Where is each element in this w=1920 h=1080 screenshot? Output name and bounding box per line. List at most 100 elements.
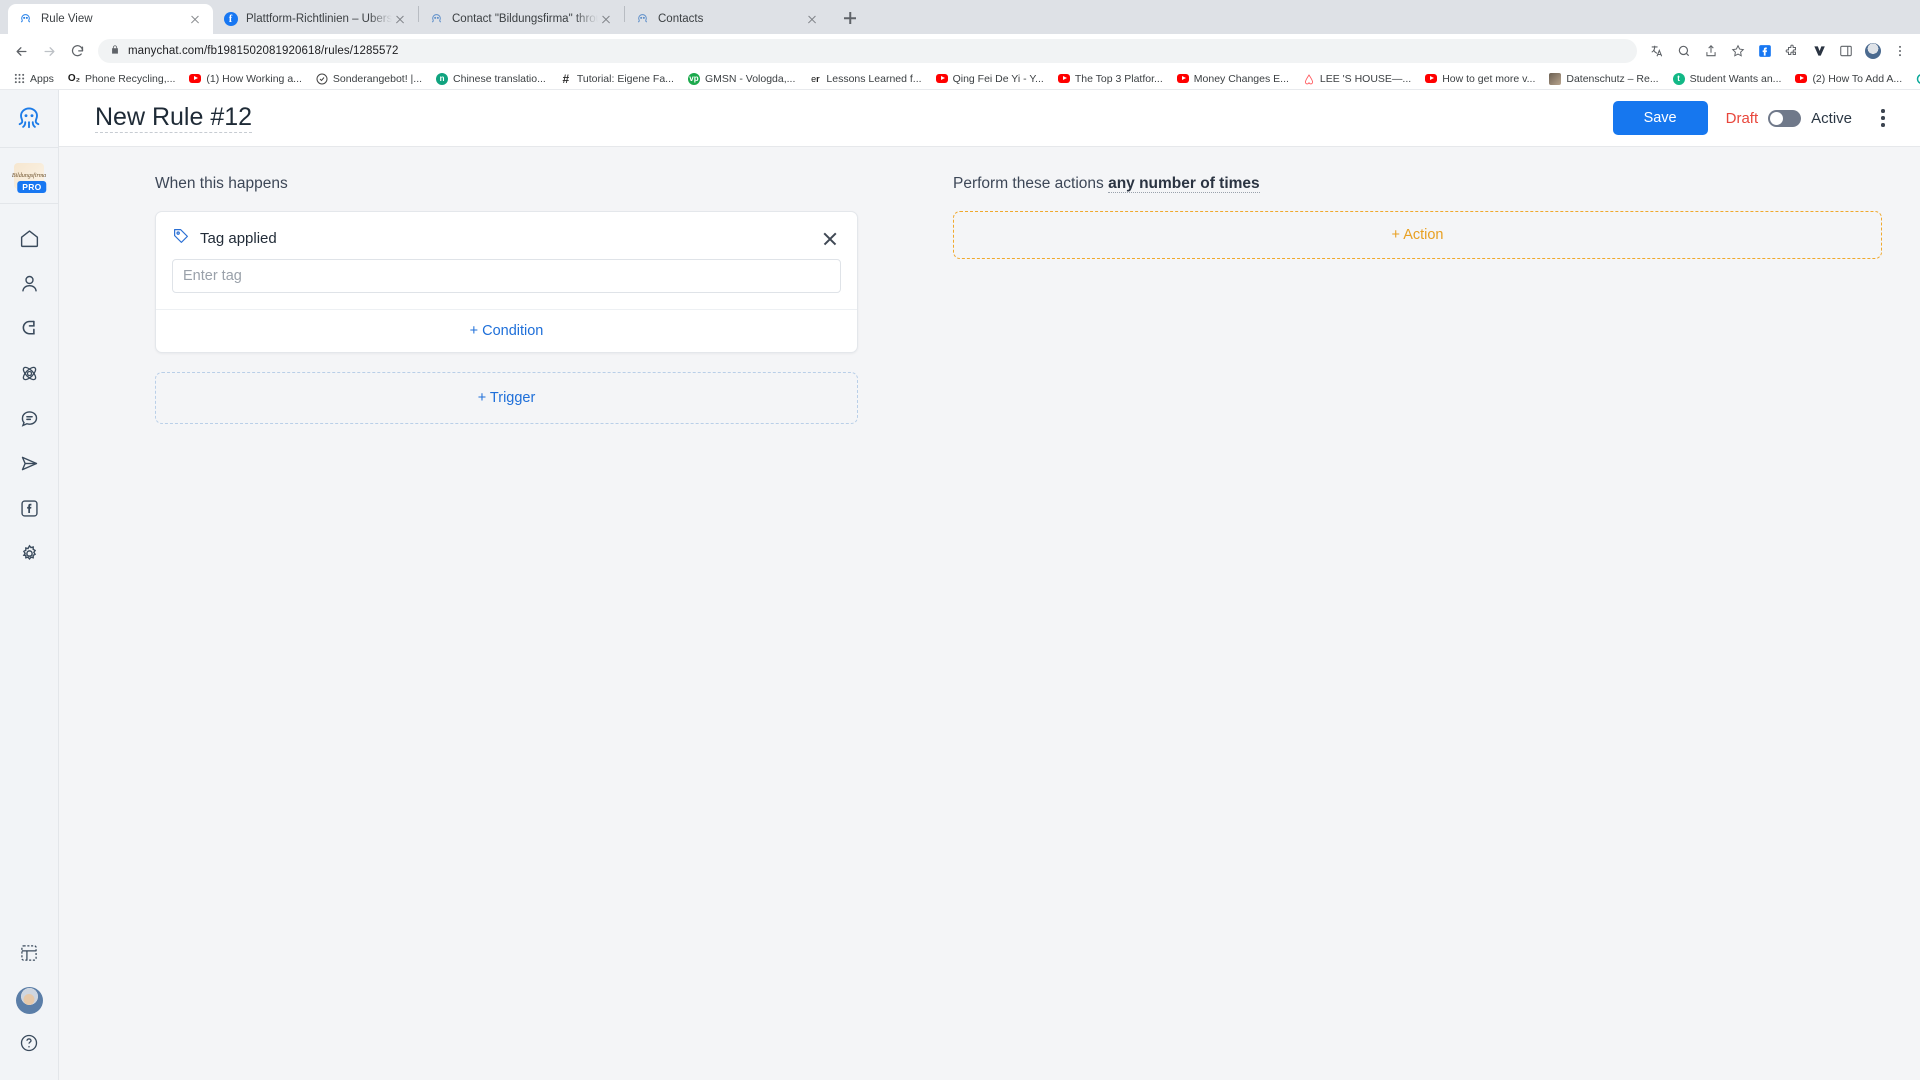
- sidebar-item-growth-tools[interactable]: [0, 308, 58, 353]
- tab-plattform-richtlinien[interactable]: f Plattform-Richtlinien – Übersic: [213, 4, 418, 34]
- reload-icon[interactable]: [64, 38, 90, 64]
- tab-rule-view[interactable]: Rule View: [8, 4, 213, 34]
- bookmark-how-working[interactable]: (1) How Working a...: [182, 69, 309, 89]
- actions-frequency-link[interactable]: any number of times: [1108, 175, 1260, 193]
- bookmark-how-to-get-more-v[interactable]: How to get more v...: [1418, 69, 1542, 89]
- atom-icon: [19, 363, 40, 389]
- sidebar-item-broadcasting[interactable]: [0, 443, 58, 488]
- tag-input[interactable]: [172, 259, 841, 293]
- youtube-icon: [1176, 73, 1189, 85]
- account-switcher[interactable]: Bildungsfirma PRO: [0, 148, 58, 204]
- green-circle-icon: n: [436, 72, 449, 85]
- bookmark-sonderangebot[interactable]: Sonderangebot! |...: [309, 69, 429, 89]
- youtube-icon: [189, 73, 202, 85]
- bookmark-lee-s-house[interactable]: LEE 'S HOUSE—...: [1296, 69, 1418, 89]
- sidebar-item-dashboard[interactable]: [0, 933, 58, 978]
- app-body: Bildungsfirma PRO New Rule #12 Save Draf…: [0, 90, 1920, 1080]
- page-title[interactable]: New Rule #12: [95, 103, 253, 134]
- bookmark-label: How to get more v...: [1442, 72, 1536, 85]
- close-icon[interactable]: [187, 11, 203, 27]
- browser-window: Rule View f Plattform-Richtlinien – Über…: [0, 0, 1920, 1080]
- photo-icon: [1549, 72, 1562, 85]
- bookmark-label: Chinese translatio...: [453, 72, 546, 85]
- close-icon[interactable]: [804, 11, 820, 27]
- bookmark-chinese-translation[interactable]: n Chinese translatio...: [429, 69, 553, 89]
- bookmark-money-changes[interactable]: Money Changes E...: [1170, 69, 1296, 89]
- grammarly-ext-icon[interactable]: [1807, 39, 1831, 63]
- sidebar-item-home[interactable]: [0, 218, 58, 263]
- bookmark-label: The Top 3 Platfor...: [1074, 72, 1163, 85]
- triggers-column: When this happens Tag applied Enter tag …: [59, 175, 921, 1080]
- close-icon[interactable]: [392, 11, 408, 27]
- close-icon[interactable]: [819, 228, 841, 250]
- tab-contact-bildungsfirma[interactable]: Contact "Bildungsfirma" throug: [419, 4, 624, 34]
- bookmark-label: (2) How To Add A...: [1812, 72, 1903, 85]
- share-icon[interactable]: [1699, 39, 1723, 63]
- manychat-octopus-icon: [429, 12, 444, 27]
- add-trigger-button[interactable]: + Trigger: [478, 390, 536, 406]
- kebab-menu-icon[interactable]: [1870, 103, 1896, 133]
- manychat-octopus-logo[interactable]: [0, 90, 58, 148]
- bookmark-label: Student Wants an...: [1689, 72, 1782, 85]
- manychat-octopus-icon: [635, 12, 650, 27]
- o2-icon: O₂: [67, 73, 81, 84]
- save-button[interactable]: Save: [1612, 101, 1708, 135]
- lock-icon: [110, 42, 120, 60]
- new-tab-button[interactable]: [836, 4, 864, 32]
- profile-avatar-icon[interactable]: [1861, 39, 1885, 63]
- add-condition-row[interactable]: + Condition: [156, 310, 857, 352]
- add-condition-button[interactable]: + Condition: [470, 323, 544, 339]
- pro-badge: PRO: [17, 181, 47, 193]
- paper-plane-icon: [19, 453, 40, 479]
- add-action-box[interactable]: + Action: [953, 211, 1882, 259]
- sidebar-item-settings[interactable]: [0, 533, 58, 578]
- search-icon[interactable]: [1672, 39, 1696, 63]
- bookmark-top-3-platforms[interactable]: The Top 3 Platfor...: [1051, 69, 1170, 89]
- toolbar-icons: [1645, 39, 1912, 63]
- active-label: Active: [1811, 109, 1852, 127]
- check-circle-icon: [316, 73, 328, 85]
- sidebar-item-facebook[interactable]: [0, 488, 58, 533]
- bookmark-qing-fei-de-yi[interactable]: Qing Fei De Yi - Y...: [929, 69, 1051, 89]
- bookmark-label: Datenschutz – Re...: [1566, 72, 1659, 85]
- bookmark-phone-recycling[interactable]: O₂ Phone Recycling,...: [61, 69, 182, 89]
- bookmark-how-to-add-a[interactable]: (2) How To Add A...: [1788, 69, 1909, 89]
- facebook-ext-icon[interactable]: [1753, 39, 1777, 63]
- chat-bubble-icon: [19, 408, 40, 434]
- tab-title: Rule View: [41, 13, 93, 25]
- sidebar-item-help[interactable]: [0, 1023, 58, 1068]
- translate-icon[interactable]: [1645, 39, 1669, 63]
- bookmark-gmsn-vologda[interactable]: vp GMSN - Vologda,...: [681, 69, 802, 89]
- sidebar-item-user-avatar[interactable]: [0, 978, 58, 1023]
- bookmark-tutorial-eigene-fa[interactable]: # Tutorial: Eigene Fa...: [553, 69, 681, 89]
- bookmark-apps[interactable]: Apps: [6, 69, 61, 89]
- bookmark-label: Money Changes E...: [1193, 72, 1289, 85]
- address-bar[interactable]: manychat.com/fb1981502081920618/rules/12…: [98, 39, 1637, 63]
- bookmark-star-icon[interactable]: [1726, 39, 1750, 63]
- up-circle-icon: vp: [687, 72, 700, 85]
- chrome-menu-icon[interactable]: [1888, 39, 1912, 63]
- sidepanel-icon[interactable]: [1834, 39, 1858, 63]
- back-arrow-icon[interactable]: [8, 38, 34, 64]
- bookmark-label: Tutorial: Eigene Fa...: [576, 72, 674, 85]
- bookmark-label: GMSN - Vologda,...: [704, 72, 796, 85]
- bookmark-download-cookie[interactable]: Download - Cooki...: [1909, 69, 1920, 89]
- sidebar-item-automation[interactable]: [0, 353, 58, 398]
- teal-ring-icon: [1916, 73, 1920, 85]
- add-trigger-box[interactable]: + Trigger: [155, 372, 858, 424]
- sidebar-item-live-chat[interactable]: [0, 398, 58, 443]
- forward-arrow-icon[interactable]: [36, 38, 62, 64]
- bookmark-student-wants-an[interactable]: t Student Wants an...: [1666, 69, 1789, 89]
- puzzle-extension-icon[interactable]: [1780, 39, 1804, 63]
- sidebar-item-audience[interactable]: [0, 263, 58, 308]
- triggers-heading: When this happens: [155, 175, 288, 192]
- bookmark-lessons-learned[interactable]: er Lessons Learned f...: [802, 69, 928, 89]
- trigger-card-header: Tag applied: [156, 212, 857, 259]
- tab-contacts[interactable]: Contacts: [625, 4, 830, 34]
- bookmark-datenschutz[interactable]: Datenschutz – Re...: [1542, 69, 1665, 89]
- add-action-button[interactable]: + Action: [1392, 227, 1444, 243]
- youtube-icon: [1057, 73, 1070, 85]
- close-icon[interactable]: [598, 11, 614, 27]
- bookmarks-bar: Apps O₂ Phone Recycling,... (1) How Work…: [0, 68, 1920, 90]
- status-toggle[interactable]: [1768, 109, 1802, 127]
